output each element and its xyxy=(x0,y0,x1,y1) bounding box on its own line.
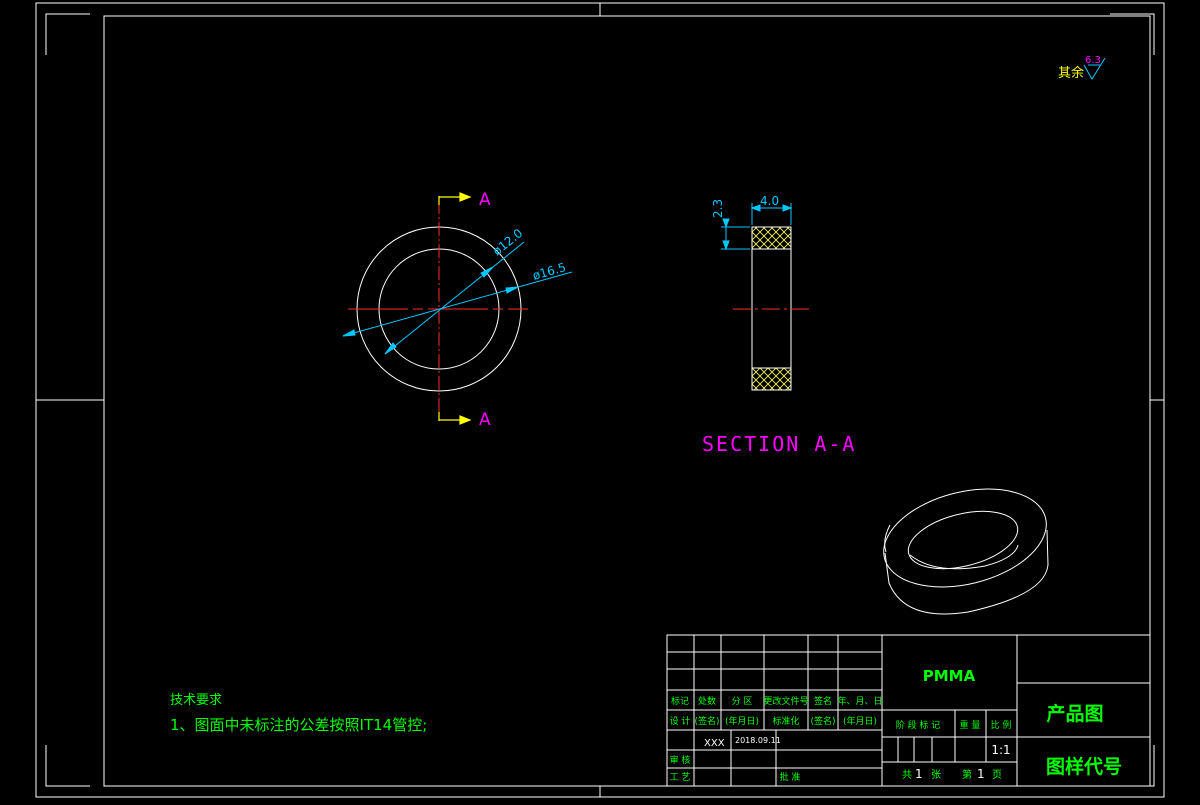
hatch-bottom xyxy=(751,367,792,391)
row-review: 审 核 xyxy=(670,754,691,766)
tech-requirement-1: 1、图面中未标注的公差按照IT14管控; xyxy=(170,716,427,734)
dim-width: 4.0 xyxy=(760,194,779,208)
front-view: A A ø12.0 ø16.5 xyxy=(342,190,573,430)
corner-marks xyxy=(45,13,1155,787)
surface-finish-label: 其余 xyxy=(1058,65,1084,81)
material: PMMA xyxy=(923,667,976,685)
dim-height: 2.3 xyxy=(711,199,725,218)
cad-drawing-viewport: 其余 6.3 A A ø12.0 ø16.5 4.0 2.3 SECTION A… xyxy=(0,0,1200,800)
row-process: 工 艺 xyxy=(670,772,691,783)
dim-outer-diameter: ø16.5 xyxy=(531,260,568,283)
section-mark-top: A xyxy=(479,190,491,210)
hdr-change-doc: 更改文件号 xyxy=(763,695,808,707)
date-1: (年月日) xyxy=(725,715,759,727)
design-date: 2018.09.11 xyxy=(735,736,781,745)
hatch-top xyxy=(751,226,792,250)
sheets-total-pre: 共 xyxy=(902,769,912,781)
hdr-date: 年、月、日 xyxy=(837,695,882,707)
designer: XXX xyxy=(704,738,725,749)
weight: 重 量 xyxy=(960,719,981,731)
drawing-canvas: 其余 6.3 A A ø12.0 ø16.5 4.0 2.3 SECTION A… xyxy=(35,2,1165,798)
section-view: 4.0 2.3 SECTION A-A xyxy=(702,194,856,456)
standardization: 标准化 xyxy=(772,715,799,727)
tech-requirements-title: 技术要求 xyxy=(170,693,222,708)
sheet-frame xyxy=(35,2,1165,798)
hdr-mark: 标记 xyxy=(671,695,689,707)
hdr-sign: 签名 xyxy=(814,695,832,707)
drawing-name: 产品图 xyxy=(1046,702,1103,725)
section-mark-bottom: A xyxy=(479,410,491,430)
drawing-code: 图样代号 xyxy=(1046,755,1122,778)
surface-finish-value: 6.3 xyxy=(1085,55,1101,66)
sheets-total: 1 xyxy=(915,767,923,781)
sheet-no-pre: 第 xyxy=(962,768,972,781)
hdr-zone: 分 区 xyxy=(732,696,753,707)
diameter-leaders xyxy=(342,241,573,355)
dim-inner-diameter: ø12.0 xyxy=(490,226,525,258)
title-block-text: PMMA 产品图 图样代号 标记 处数 分 区 更改文件号 签名 年、月、日 设… xyxy=(670,667,1122,783)
row-design: 设 计 xyxy=(670,715,691,727)
scale-label: 比 例 xyxy=(991,719,1012,731)
date-2: (年月日) xyxy=(843,715,877,727)
isometric-view xyxy=(883,488,1049,615)
tech-requirements: 技术要求 1、图面中未标注的公差按照IT14管控; xyxy=(170,693,427,734)
sign-2: (签名) xyxy=(810,715,835,727)
scale-value: 1:1 xyxy=(991,743,1010,757)
sign-1: (签名) xyxy=(694,715,719,727)
approve: 批 准 xyxy=(780,771,801,783)
sheet-no-post: 页 xyxy=(992,769,1002,781)
sheet-no: 1 xyxy=(977,767,985,781)
hdr-count: 处数 xyxy=(698,695,716,707)
height-dimension xyxy=(721,218,750,251)
surface-finish-symbol: 其余 6.3 xyxy=(1058,55,1106,81)
section-title: SECTION A-A xyxy=(702,432,856,456)
sheets-total-post: 张 xyxy=(931,769,941,781)
stage-mark: 阶 段 标 记 xyxy=(896,719,941,731)
